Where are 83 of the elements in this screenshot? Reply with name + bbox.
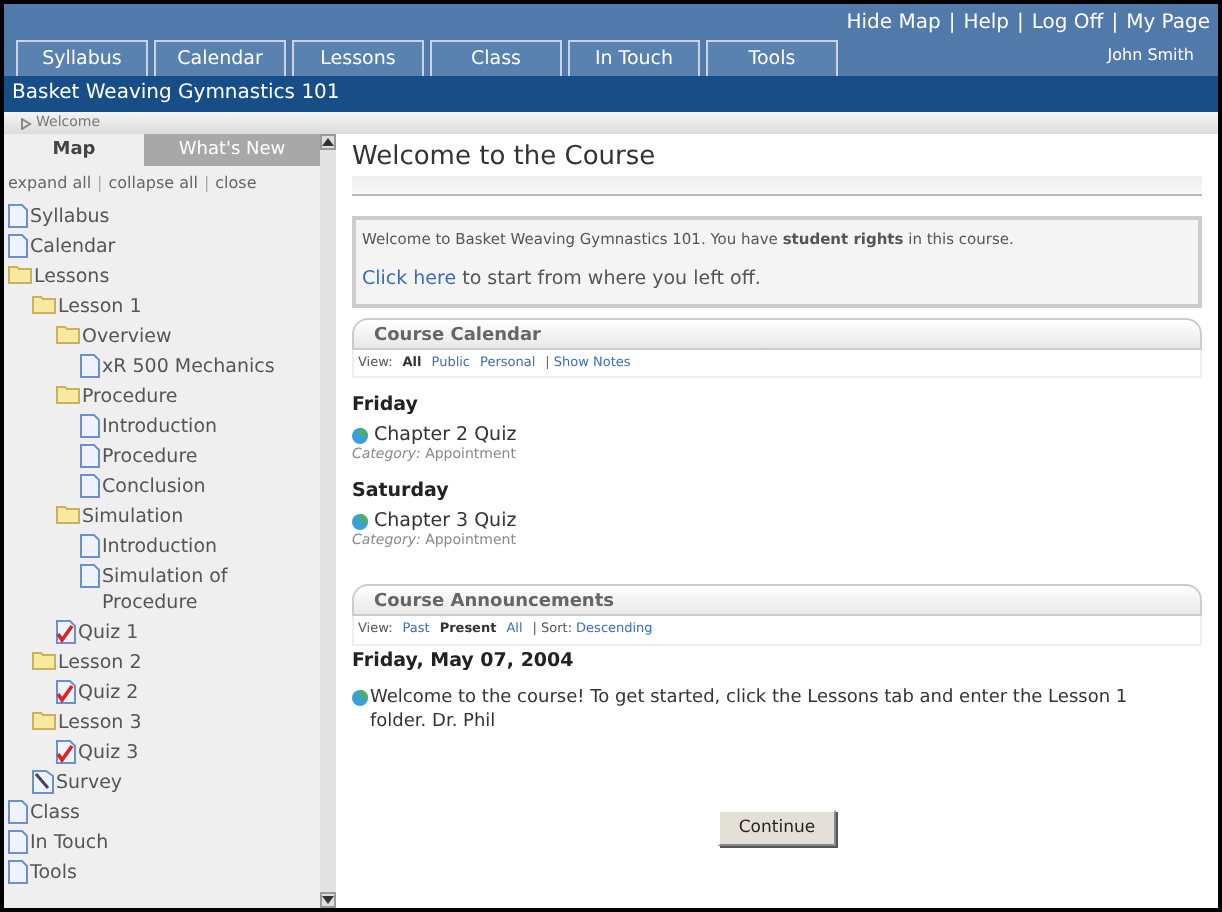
quiz-check-icon xyxy=(56,680,76,704)
page-icon xyxy=(80,564,100,588)
page-icon xyxy=(80,444,100,468)
nav-tab[interactable]: Syllabus xyxy=(16,40,148,76)
tree-item[interactable]: Tools xyxy=(30,860,93,886)
globe-icon xyxy=(352,690,368,707)
folder-icon xyxy=(32,710,56,730)
event-title[interactable]: Chapter 3 Quiz xyxy=(374,510,517,533)
nav-tab[interactable]: In Touch xyxy=(568,40,700,76)
folder-icon xyxy=(8,264,32,284)
nav-tab[interactable]: Tools xyxy=(706,40,838,76)
header-link[interactable]: Help xyxy=(963,8,1009,38)
page-icon xyxy=(80,414,100,438)
nav-tab[interactable]: Class xyxy=(430,40,562,76)
continue-button[interactable]: Continue xyxy=(718,810,836,847)
survey-page-icon xyxy=(32,770,54,794)
day-heading: Friday xyxy=(352,394,420,419)
resume-link[interactable]: Click here xyxy=(362,268,457,291)
quiz-check-icon xyxy=(56,620,76,644)
announcement-text: Welcome to the course! To get started, click the Lessons tab and enter the Lesson 1 folder. Dr. Phil xyxy=(370,686,1130,735)
course-title: Basket Weaving Gymnastics 101 xyxy=(4,76,1218,112)
tree-item[interactable]: Lesson 1 xyxy=(58,294,158,320)
page-icon xyxy=(8,204,28,228)
tree-item[interactable]: Quiz 1 xyxy=(78,620,155,646)
link-separator: | xyxy=(1017,10,1024,38)
folder-icon xyxy=(32,294,56,314)
tree-item[interactable]: Procedure xyxy=(102,444,214,470)
page-icon xyxy=(80,474,100,498)
tree-item[interactable]: Simulation xyxy=(82,504,200,530)
page-icon xyxy=(8,830,28,854)
tree-item[interactable]: Lesson 2 xyxy=(58,650,158,676)
breadcrumb-arrow-icon xyxy=(20,117,32,129)
folder-icon xyxy=(56,504,80,524)
tree-item[interactable]: Class xyxy=(30,800,96,826)
nav-tab[interactable]: Lessons xyxy=(292,40,424,76)
tree-item[interactable]: Introduction xyxy=(102,414,234,440)
page-icon xyxy=(8,800,28,824)
link-separator: | xyxy=(203,172,210,196)
tree-item[interactable]: In Touch xyxy=(30,830,125,856)
tree-item[interactable]: Lessons xyxy=(34,264,126,290)
folder-icon xyxy=(32,650,56,670)
resume-text: Click here to start from where you left off. xyxy=(362,266,763,295)
scrollbar[interactable] xyxy=(320,134,336,908)
user-name: John Smith xyxy=(1107,44,1194,68)
tree-item[interactable]: Conclusion xyxy=(102,474,222,500)
globe-icon xyxy=(352,427,368,444)
page-icon xyxy=(8,860,28,884)
tree-item[interactable]: Introduction xyxy=(102,534,234,560)
tree-item[interactable]: Survey xyxy=(56,770,139,796)
section-header: Course Announcements xyxy=(352,584,1202,617)
tree-item[interactable]: Procedure xyxy=(82,384,194,410)
sidebar-action-link[interactable]: expand all xyxy=(8,172,92,196)
announcement-date: Friday, May 07, 2004 xyxy=(352,648,576,676)
tree-item[interactable]: Quiz 3 xyxy=(78,740,155,766)
tree-item[interactable]: Lesson 3 xyxy=(58,710,158,736)
tree-item[interactable]: Calendar xyxy=(30,234,132,260)
day-heading: Saturday xyxy=(352,480,451,505)
page-icon xyxy=(8,234,28,258)
link-separator: | xyxy=(97,172,103,196)
nav-tab[interactable]: Calendar xyxy=(154,40,286,76)
header-link[interactable]: Log Off xyxy=(1031,8,1104,38)
header-link[interactable]: Hide Map xyxy=(846,8,941,38)
tree-item[interactable]: xR 500 Mechanics xyxy=(102,354,291,380)
folder-icon xyxy=(56,384,80,404)
sidebar-action-link[interactable]: collapse all xyxy=(108,172,198,196)
page-icon xyxy=(80,354,100,378)
page-icon xyxy=(80,534,100,558)
event-title[interactable]: Chapter 2 Quiz xyxy=(374,424,517,447)
tree-item[interactable]: Overview xyxy=(82,324,188,350)
header-link[interactable]: My Page xyxy=(1126,8,1210,38)
quiz-check-icon xyxy=(56,740,76,764)
scroll-up-icon[interactable] xyxy=(320,134,336,150)
folder-icon xyxy=(56,324,80,344)
section-header: Course Calendar xyxy=(352,317,1202,349)
link-separator: | xyxy=(1111,10,1119,38)
tree-item[interactable]: Quiz 2 xyxy=(78,680,155,706)
page-title: Welcome to the Course xyxy=(352,142,658,174)
scroll-down-icon[interactable] xyxy=(320,892,336,908)
globe-icon xyxy=(352,513,368,530)
link-separator: | xyxy=(948,10,956,38)
tree-item[interactable]: Simulation of Procedure xyxy=(102,564,320,616)
sidebar-action-link[interactable]: close xyxy=(215,172,257,196)
tree-item[interactable]: Syllabus xyxy=(30,204,126,230)
